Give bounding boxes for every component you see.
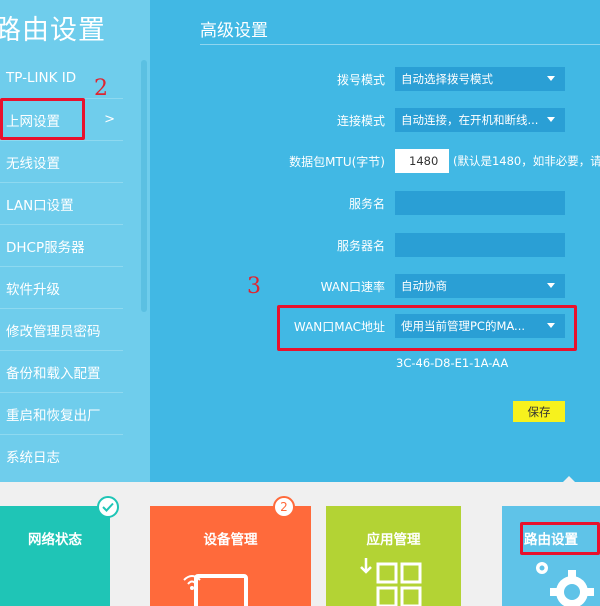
caret-down-icon (547, 117, 555, 122)
sidebar-item-label: 无线设置 (6, 155, 60, 172)
connect-mode-label: 连接模式 (336, 114, 385, 128)
mtu-value: 1480 (409, 154, 439, 168)
sidebar-title: 路由设置 (0, 15, 106, 46)
sidebar-item-label: LAN口设置 (6, 197, 74, 214)
annotation-number-2: 2 (94, 76, 108, 101)
service-name-input[interactable] (395, 191, 565, 215)
sidebar-item-dhcp[interactable]: DHCP服务器 (0, 225, 123, 267)
annotation-number-3: 3 (247, 274, 261, 299)
sidebar-item-label: 系统日志 (6, 450, 60, 466)
annotation-box-internet-settings (0, 98, 85, 140)
apps-grid-icon (360, 558, 422, 606)
tile-router-settings[interactable]: 路由设置 (502, 506, 600, 606)
caret-down-icon (547, 76, 555, 81)
sidebar-item-label: 修改管理员密码 (6, 323, 101, 340)
sidebar-item-admin-password[interactable]: 修改管理员密码 (0, 309, 123, 351)
laptop-wifi-icon (183, 574, 248, 606)
tile-label: 设备管理 (203, 532, 258, 548)
tile-app-management[interactable]: 应用管理 (326, 506, 461, 606)
sidebar-item-backup[interactable]: 备份和载入配置 (0, 351, 123, 393)
service-name-label: 服务名 (348, 197, 385, 211)
sidebar-item-label: TP-LINK ID (6, 69, 77, 86)
tile-label: 网络状态 (28, 532, 82, 548)
wan-speed-select[interactable]: 自动协商 (395, 274, 565, 298)
annotation-box-router-settings (520, 522, 600, 555)
sidebar-item-reboot[interactable]: 重启和恢复出厂 (0, 393, 123, 435)
page-title: 高级设置 (200, 21, 268, 41)
sidebar-item-label: 备份和载入配置 (6, 365, 101, 382)
sidebar-item-wireless[interactable]: 无线设置 (0, 141, 123, 183)
caret-down-icon (547, 283, 555, 288)
chevron-right-icon: > (104, 112, 115, 127)
sidebar-item-system-log[interactable]: 系统日志 (0, 435, 123, 477)
dial-mode-value: 自动选择拨号模式 (401, 72, 493, 86)
dial-mode-label: 拨号模式 (336, 73, 385, 87)
connect-mode-select[interactable]: 自动连接，在开机和断线... (395, 108, 565, 132)
bottom-tiles: 网络状态 设备管理 2 应用管理 路由设置 (0, 482, 600, 606)
wan-speed-value: 自动协商 (401, 279, 447, 293)
server-name-label: 服务器名 (336, 239, 385, 253)
tile-network-status[interactable]: 网络状态 (0, 496, 119, 606)
tile-label: 应用管理 (366, 532, 421, 548)
mtu-input[interactable]: 1480 (395, 149, 449, 173)
title-divider (200, 44, 600, 45)
tile-device-management[interactable]: 设备管理 2 (150, 496, 311, 606)
connect-mode-value: 自动连接，在开机和断线... (401, 113, 539, 127)
sidebar-item-label: DHCP服务器 (6, 239, 85, 256)
sidebar-item-label: 重启和恢复出厂 (6, 407, 101, 424)
sidebar-item-label: 软件升级 (6, 281, 60, 298)
save-button[interactable]: 保存 (513, 401, 565, 422)
mac-address: 3C-46-D8-E1-1A-AA (396, 356, 509, 370)
annotation-box-wan-mac (277, 305, 577, 351)
sidebar-scrollbar[interactable] (141, 60, 147, 312)
advanced-settings-panel: 高级设置 拨号模式 自动选择拨号模式 连接模式 自动连接，在开机和断线... 数… (150, 0, 600, 482)
check-badge-icon (97, 496, 119, 518)
mtu-label: 数据包MTU(字节) (289, 155, 385, 169)
server-name-input[interactable] (395, 233, 565, 257)
mtu-hint: (默认是1480，如非必要，请 (453, 154, 600, 168)
dial-mode-select[interactable]: 自动选择拨号模式 (395, 67, 565, 91)
gear-icon (536, 562, 594, 606)
sidebar-item-firmware[interactable]: 软件升级 (0, 267, 123, 309)
sidebar-item-lan[interactable]: LAN口设置 (0, 183, 123, 225)
sidebar: 路由设置 TP-LINK ID 上网设置 > 无线设置 LAN口设置 DHCP服务… (0, 0, 150, 482)
device-count-badge: 2 (273, 496, 295, 518)
wan-speed-label: WAN口速率 (320, 280, 385, 294)
